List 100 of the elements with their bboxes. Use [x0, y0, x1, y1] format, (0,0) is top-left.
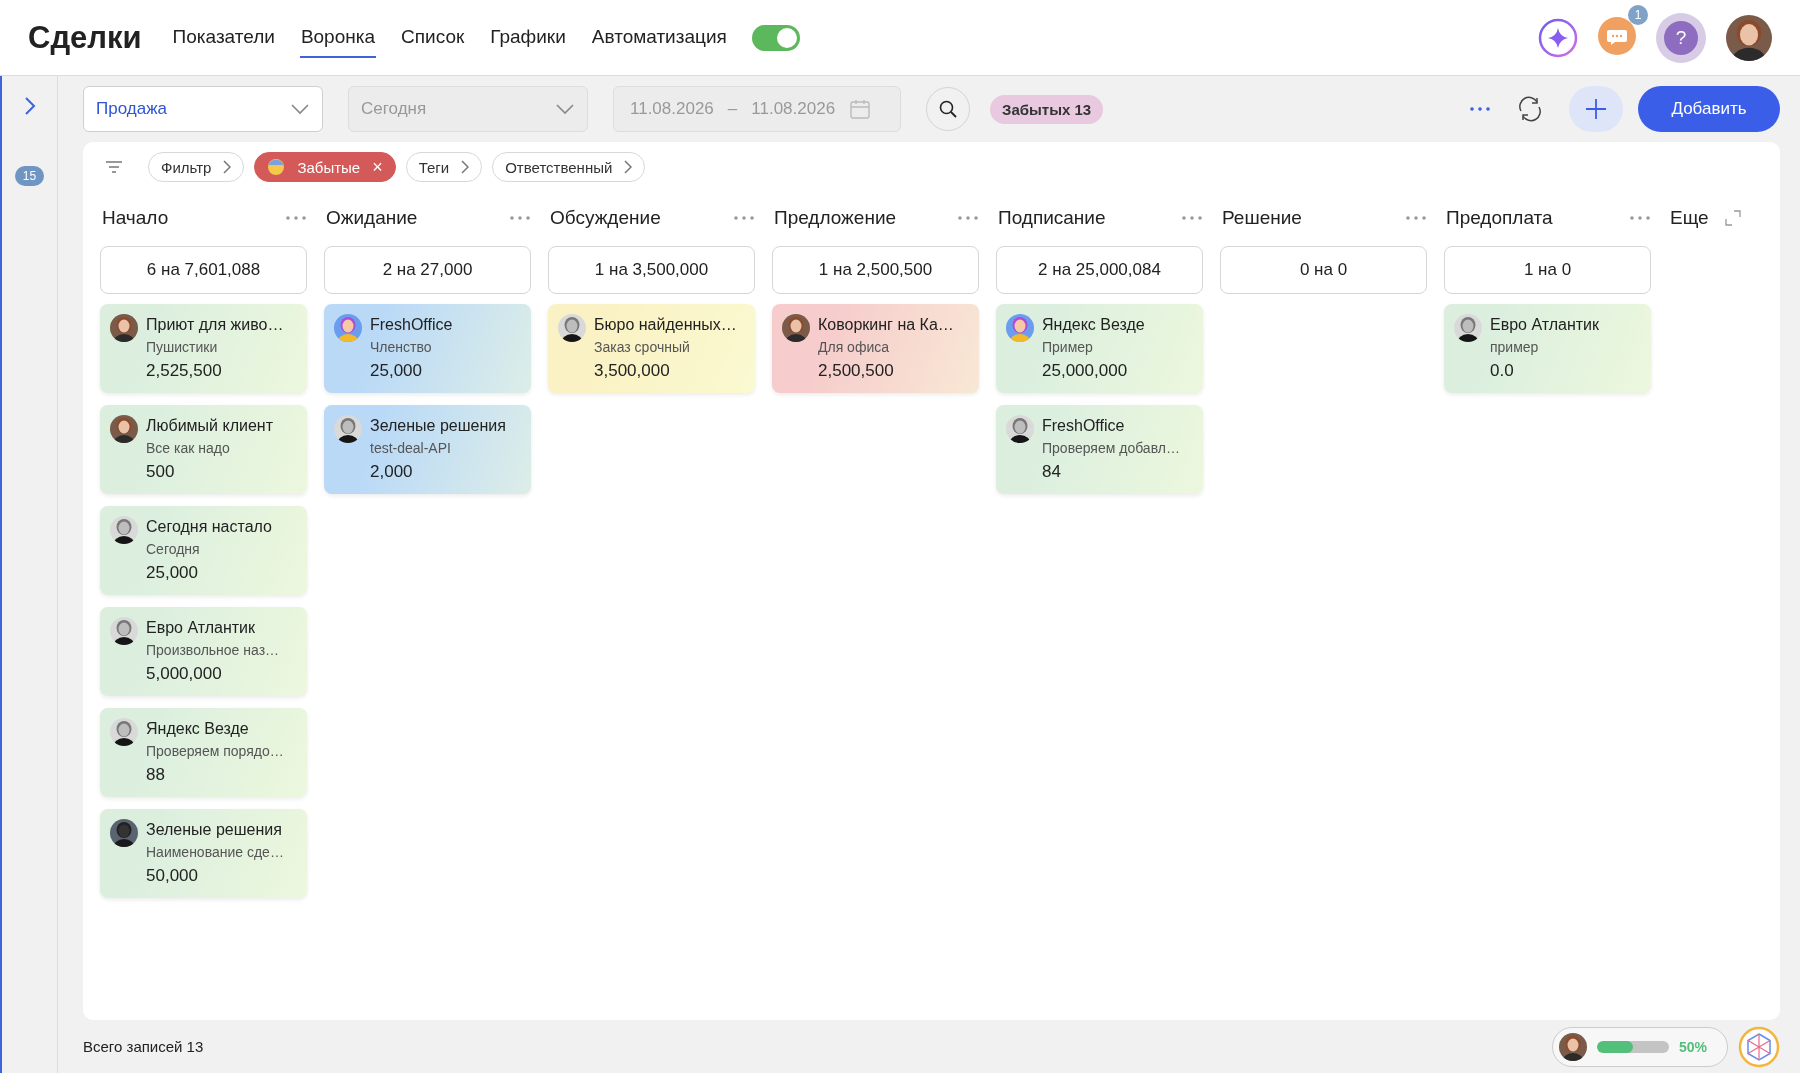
chat-icon[interactable] — [1598, 16, 1636, 55]
deal-card[interactable]: Яндекс Везде Пример 25,000,000 — [996, 304, 1203, 393]
nav-tab[interactable]: Автоматизация — [590, 17, 728, 58]
deal-card[interactable]: Зеленые решения test-deal-API 2,000 — [324, 405, 531, 494]
filter-icon[interactable] — [104, 159, 124, 175]
avatar — [1006, 415, 1034, 443]
deal-amount: 0.0 — [1490, 361, 1515, 381]
more-icon[interactable] — [957, 215, 979, 221]
deal-amount: 25,000 — [146, 563, 199, 583]
chevron-down-icon — [290, 103, 310, 115]
column-summary: 0 на 0 — [1220, 246, 1427, 294]
avatar — [1559, 1032, 1587, 1061]
deal-title: Яндекс Везде — [146, 720, 250, 738]
deal-amount: 3,500,000 — [594, 361, 671, 381]
notification-badge: 1 — [1628, 4, 1648, 25]
deal-card[interactable]: Яндекс Везде Проверяем порядо… 88 — [100, 708, 307, 797]
nav-tab[interactable]: Показатели — [171, 17, 276, 58]
emoji-icon — [267, 158, 286, 176]
filter-chip[interactable]: Теги — [405, 152, 483, 182]
deal-card[interactable]: Любимый клиент Все как надо 500 — [100, 405, 307, 494]
search-button[interactable] — [926, 87, 970, 131]
deal-card[interactable]: Евро Атлантик пример 0.0 — [1444, 304, 1651, 393]
deal-subtitle: Заказ срочный — [594, 339, 691, 355]
deal-subtitle: Проверяем добавл… — [1042, 440, 1180, 456]
refresh-icon[interactable] — [1516, 95, 1544, 123]
deal-amount: 88 — [146, 765, 166, 785]
avatar — [334, 314, 362, 342]
calendar-icon — [849, 98, 872, 120]
column-title: Ожидание — [325, 207, 418, 229]
nav-tab[interactable]: Воронка — [299, 17, 377, 58]
count-badge: 15 — [14, 166, 45, 186]
more-icon[interactable] — [285, 215, 307, 221]
forgotten-chip[interactable]: Забытых 13 — [990, 94, 1104, 124]
expand-icon[interactable] — [1724, 210, 1741, 226]
more-icon[interactable] — [1629, 215, 1651, 221]
deal-subtitle: test-deal-API — [370, 440, 452, 456]
deal-subtitle: Для офиса — [818, 339, 891, 355]
deal-card[interactable]: FreshOffice Проверяем добавл… 84 — [996, 405, 1203, 494]
avatar — [110, 314, 138, 342]
filter-chip[interactable]: Фильтр — [148, 152, 245, 182]
deal-title: Зеленые решения — [370, 417, 506, 435]
search-icon — [938, 99, 958, 119]
deal-subtitle: Произвольное наз… — [146, 642, 280, 658]
automation-toggle[interactable] — [751, 24, 800, 51]
deal-amount: 50,000 — [146, 866, 199, 886]
deal-title: Зеленые решения — [146, 821, 283, 839]
avatar — [558, 314, 586, 342]
deal-card[interactable]: Коворкинг на Ка… Для офиса 2,500,500 — [772, 304, 979, 393]
column-title: Решение — [1221, 207, 1302, 229]
column-summary: 6 на 7,601,088 — [100, 246, 307, 294]
nav-tab[interactable]: Графики — [489, 17, 567, 58]
column-summary: 1 на 0 — [1444, 246, 1651, 294]
avatar — [1006, 314, 1034, 342]
chevron-right-icon — [223, 160, 232, 174]
help-button[interactable]: ? — [1656, 12, 1706, 63]
deal-title: Коворкинг на Ка… — [818, 316, 954, 334]
deal-title: Евро Атлантик — [146, 619, 257, 637]
deal-amount: 2,000 — [370, 462, 414, 482]
deal-subtitle: Пример — [1042, 339, 1094, 355]
filter-chip[interactable]: Ответственный — [492, 152, 646, 182]
column-summary: 1 на 3,500,000 — [548, 246, 755, 294]
add-button[interactable]: Добавить — [1638, 86, 1780, 132]
deal-card[interactable]: Бюро найденных… Заказ срочный 3,500,000 — [548, 304, 755, 393]
sparkle-icon[interactable] — [1538, 17, 1578, 58]
deal-card[interactable]: Евро Атлантик Произвольное наз… 5,000,000 — [100, 607, 307, 696]
avatar — [1726, 14, 1772, 61]
avatar — [1454, 314, 1482, 342]
more-columns-link[interactable]: Еще — [1668, 207, 1709, 229]
deal-card[interactable]: Зеленые решения Наименование сде… 50,000 — [100, 809, 307, 898]
total-records: Всего записей 13 — [83, 1038, 204, 1055]
deal-title: Сегодня настало — [146, 518, 272, 536]
deal-title: Яндекс Везде — [1042, 316, 1145, 334]
pipeline-select[interactable]: Продажа — [83, 86, 323, 132]
deal-title: FreshOffice — [1042, 417, 1126, 435]
column-title: Обсуждение — [549, 207, 661, 229]
deal-subtitle: Членство — [370, 339, 433, 355]
nav-tab[interactable]: Список — [400, 17, 466, 58]
more-icon[interactable] — [509, 215, 531, 221]
hexagon-logo-icon[interactable] — [1738, 1025, 1780, 1068]
more-icon[interactable] — [733, 215, 755, 221]
deal-title: Бюро найденных… — [594, 316, 737, 334]
deal-amount: 84 — [1042, 462, 1062, 482]
filter-chip[interactable]: Забытые × — [254, 152, 396, 182]
deal-subtitle: пример — [1490, 339, 1540, 355]
deal-card[interactable]: FreshOffice Членство 25,000 — [324, 304, 531, 393]
more-icon[interactable] — [1469, 106, 1491, 112]
deal-amount: 25,000 — [370, 361, 423, 381]
deal-card[interactable]: Сегодня настало Сегодня 25,000 — [100, 506, 307, 595]
plus-button[interactable] — [1569, 86, 1623, 132]
deal-title: Любимый клиент — [146, 417, 273, 435]
deal-subtitle: Проверяем порядо… — [146, 743, 284, 759]
more-icon[interactable] — [1181, 215, 1203, 221]
deal-card[interactable]: Приют для живо… Пушистики 2,525,500 — [100, 304, 307, 393]
more-icon[interactable] — [1405, 215, 1427, 221]
column-title: Предложение — [773, 207, 897, 229]
chevron-down-icon — [555, 103, 575, 115]
deal-amount: 2,525,500 — [146, 361, 223, 381]
chevron-right-icon — [461, 160, 470, 174]
deal-amount: 2,500,500 — [818, 361, 895, 381]
chevron-right-icon[interactable] — [23, 96, 36, 116]
